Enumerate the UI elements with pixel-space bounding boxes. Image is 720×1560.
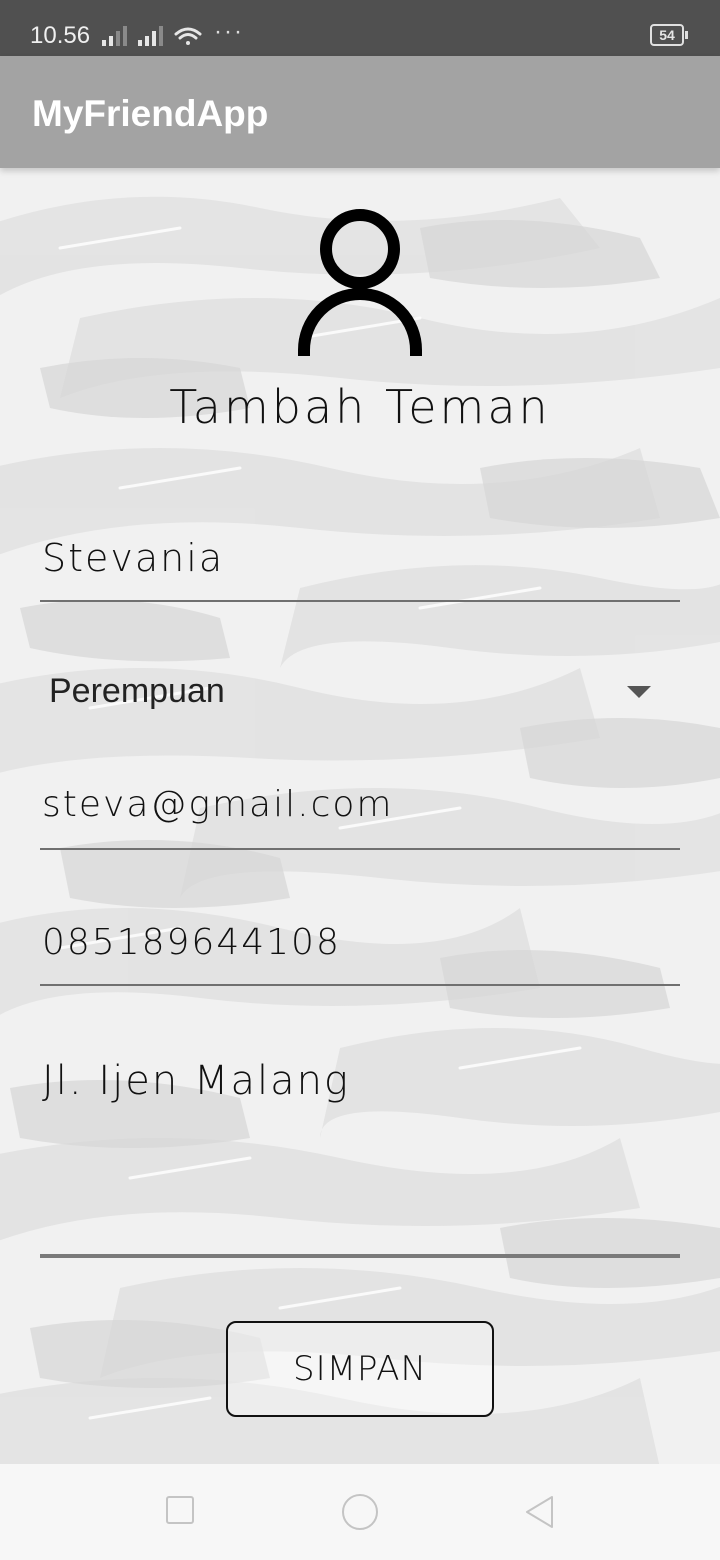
phone-field[interactable]: 085189644108	[40, 906, 680, 986]
person-outline-icon	[298, 209, 422, 356]
form-container: Tambah Teman Stevania Perempuan steva@gm…	[0, 168, 720, 1464]
gender-selected-value: Perempuan	[49, 672, 225, 710]
signal-strength-2-icon	[138, 26, 163, 46]
email-field[interactable]: steva@gmail.com	[40, 768, 680, 850]
name-value: Stevania	[42, 536, 225, 580]
home-circle-icon[interactable]	[342, 1494, 378, 1530]
email-value: steva@gmail.com	[42, 784, 394, 825]
battery-tip	[685, 31, 688, 39]
system-nav-bar	[0, 1464, 720, 1560]
name-field[interactable]: Stevania	[40, 516, 680, 602]
battery-icon: 54	[650, 24, 684, 46]
phone-value: 085189644108	[42, 922, 341, 963]
triangle-down-icon	[627, 686, 651, 698]
status-bar: 10.56 ··· 54	[0, 0, 720, 56]
screen: 10.56 ··· 54 MyFriendApp Tambah Teman St…	[0, 0, 720, 1560]
address-field[interactable]: Jl. Ijen Malang	[40, 1038, 680, 1258]
more-notifications-icon: ···	[214, 18, 244, 45]
app-title: MyFriendApp	[32, 93, 269, 134]
form-title: Tambah Teman	[169, 380, 551, 434]
status-time: 10.56	[30, 22, 91, 49]
save-button[interactable]: SIMPAN	[226, 1321, 494, 1417]
address-value: Jl. Ijen Malang	[42, 1058, 350, 1104]
signal-strength-icon	[102, 26, 127, 46]
gender-dropdown[interactable]: Perempuan	[40, 658, 680, 728]
signal-wifi-icons	[102, 26, 202, 46]
app-bar: MyFriendApp	[0, 56, 720, 168]
back-triangle-icon[interactable]	[522, 1494, 558, 1530]
wifi-icon	[174, 27, 202, 45]
recents-square-icon[interactable]	[166, 1496, 194, 1524]
